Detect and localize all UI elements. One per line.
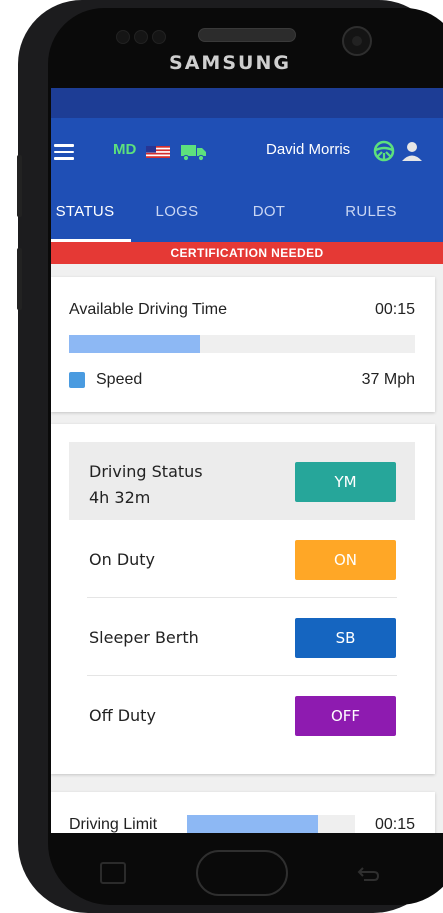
sleeper-berth-button[interactable]: SB (295, 618, 396, 658)
speed-label: Speed (96, 371, 143, 388)
certification-banner[interactable]: CERTIFICATION NEEDED (51, 242, 443, 264)
driving-limit-card: Driving Limit 00:15 (51, 792, 435, 833)
tab-dot[interactable]: DOT (223, 184, 315, 242)
tab-status[interactable]: STATUS (51, 184, 131, 242)
steering-wheel-icon[interactable] (373, 140, 395, 162)
device-brand: SAMSUNG (169, 52, 291, 74)
driver-name[interactable]: David Morris (266, 141, 350, 158)
driving-limit-progress-fill (187, 815, 319, 833)
driving-limit-progress (187, 815, 355, 833)
sleeper-berth-label: Sleeper Berth (89, 628, 199, 647)
earpiece-speaker (198, 28, 296, 42)
available-driving-time-label: Available Driving Time (69, 301, 227, 318)
driving-time-progress (69, 335, 415, 353)
app-screen: MD David Morris STATUS LOGS DOT RULES CE… (51, 88, 443, 833)
tab-logs[interactable]: LOGS (131, 184, 223, 242)
driving-limit-label: Driving Limit (69, 816, 158, 833)
recent-apps-icon[interactable] (100, 862, 126, 884)
status-row-on-duty[interactable]: On Duty ON (69, 520, 415, 598)
status-row-off-duty[interactable]: Off Duty OFF (69, 676, 415, 754)
sensor-dots (116, 30, 170, 49)
truck-icon (181, 145, 206, 161)
duty-status-card: Driving Status 4h 32m YM On Duty ON Slee… (51, 424, 435, 774)
volume-down-button (17, 248, 22, 310)
driving-status-label: Driving Status (89, 462, 203, 481)
volume-up-button (17, 155, 22, 217)
speedometer-icon (69, 372, 85, 388)
driving-time-progress-fill (69, 335, 201, 353)
tab-rules[interactable]: RULES (325, 184, 417, 242)
speed-value: 37 Mph (361, 371, 415, 388)
off-duty-label: Off Duty (89, 706, 156, 725)
person-icon[interactable] (401, 140, 423, 162)
status-bar (51, 88, 443, 118)
driving-limit-value: 00:15 (374, 816, 415, 833)
off-duty-button[interactable]: OFF (295, 696, 396, 736)
on-duty-button[interactable]: ON (295, 540, 396, 580)
status-name: Driving Status 4h 32m (89, 459, 203, 511)
on-duty-label: On Duty (89, 550, 156, 569)
state-code: MD (113, 141, 137, 158)
status-row-driving[interactable]: Driving Status 4h 32m YM (69, 442, 415, 520)
status-row-sleeper-berth[interactable]: Sleeper Berth SB (69, 598, 415, 676)
driving-time-card: Available Driving Time 00:15 Speed 37 Mp… (51, 277, 435, 412)
app-header: MD David Morris (51, 118, 443, 184)
driving-status-duration: 4h 32m (89, 488, 151, 507)
us-flag-icon (146, 146, 170, 158)
driving-status-button[interactable]: YM (295, 462, 396, 502)
home-button[interactable] (196, 850, 288, 896)
available-driving-time-value: 00:15 (374, 301, 415, 318)
back-icon[interactable] (356, 866, 380, 882)
tab-bar: STATUS LOGS DOT RULES (51, 184, 443, 242)
front-camera (342, 26, 372, 56)
menu-icon[interactable] (54, 144, 74, 160)
